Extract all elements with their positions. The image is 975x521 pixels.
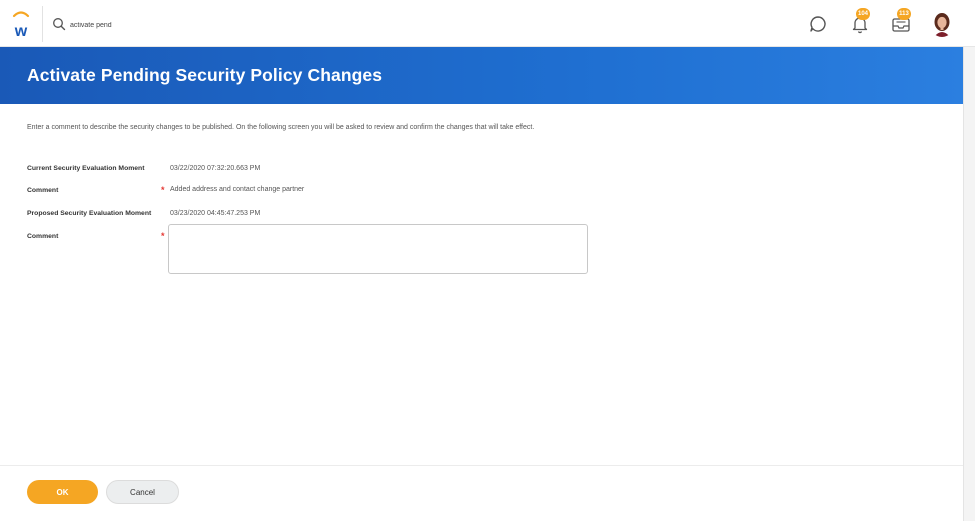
page-scrollbar[interactable] <box>963 47 975 521</box>
required-marker: * <box>161 185 165 195</box>
page-title-banner: Activate Pending Security Policy Changes <box>0 47 963 104</box>
chat-icon[interactable] <box>806 12 830 36</box>
cancel-button[interactable]: Cancel <box>106 480 179 504</box>
comment-textarea[interactable] <box>168 224 588 274</box>
search-input[interactable] <box>70 16 370 34</box>
ok-button[interactable]: OK <box>27 480 98 504</box>
proposed-moment-label: Proposed Security Evaluation Moment <box>27 210 152 217</box>
header-divider <box>42 6 43 42</box>
notifications-button[interactable]: 104 <box>848 8 872 36</box>
inbox-badge: 113 <box>897 8 911 20</box>
required-marker: * <box>161 231 165 241</box>
current-moment-value: 03/22/2020 07:32:20.663 PM <box>170 165 261 172</box>
search-icon[interactable] <box>52 17 66 31</box>
page-description: Enter a comment to describe the security… <box>27 124 535 131</box>
workday-logo-icon[interactable]: w <box>4 6 38 42</box>
svg-text:w: w <box>14 23 28 40</box>
comment-value-1: Added address and contact change partner <box>170 186 305 193</box>
comment-label-1: Comment <box>27 187 59 194</box>
inbox-button[interactable]: 113 <box>889 8 913 36</box>
notifications-badge: 104 <box>856 8 871 20</box>
page-title: Activate Pending Security Policy Changes <box>27 65 383 85</box>
footer-action-bar: OK Cancel <box>0 465 963 521</box>
proposed-moment-value: 03/23/2020 04:45:47.253 PM <box>170 210 261 217</box>
current-moment-label: Current Security Evaluation Moment <box>27 165 145 172</box>
avatar[interactable] <box>930 11 954 37</box>
top-navigation-bar: w 104 113 <box>0 0 975 47</box>
comment-label-2: Comment <box>27 233 59 240</box>
